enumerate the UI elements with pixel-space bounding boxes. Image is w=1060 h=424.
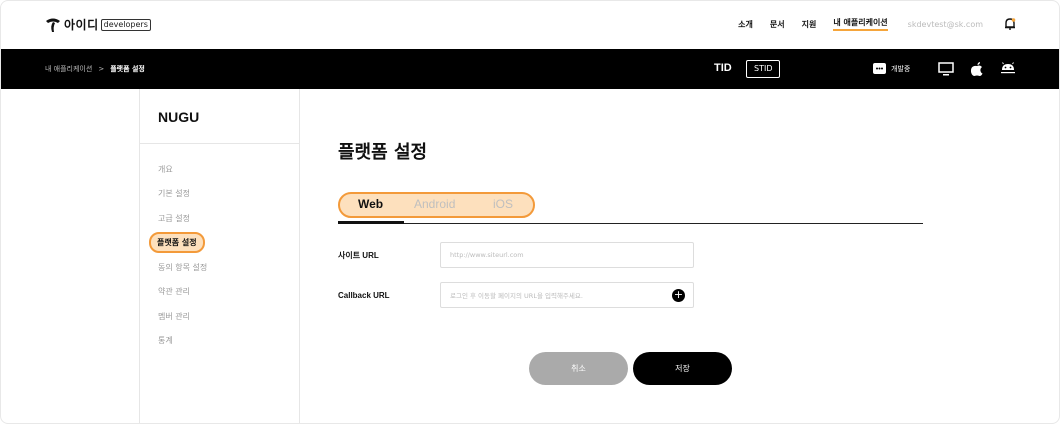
- breadcrumb-root[interactable]: 내 애플리케이션: [45, 64, 92, 74]
- tab-ios[interactable]: iOS: [493, 197, 513, 211]
- app-subbar: 내 애플리케이션 > 플랫폼 설정 TID STID 개발중: [1, 49, 1059, 89]
- page: 아이디 developers 소개 문서 지원 내 애플리케이션 skdevte…: [0, 0, 1060, 424]
- nav-intro[interactable]: 소개: [738, 19, 753, 30]
- nav-support[interactable]: 지원: [802, 19, 817, 30]
- nav-my-applications[interactable]: 내 애플리케이션: [833, 17, 888, 31]
- sidebar-item-label: 멤버 관리: [158, 311, 190, 321]
- page-title: 플랫폼 설정: [338, 142, 428, 163]
- breadcrumb: 내 애플리케이션 > 플랫폼 설정: [45, 64, 145, 74]
- add-callback-button[interactable]: +: [672, 289, 685, 302]
- apple-icon[interactable]: [969, 61, 985, 77]
- callback-url-label: Callback URL: [338, 290, 390, 300]
- top-nav: 소개 문서 지원 내 애플리케이션 skdevtest@sk.com: [721, 17, 1017, 31]
- sidebar: NUGU 개요 기본 설정 고급 설정 플랫폼 설정 동의 항목 설정 약관 관…: [139, 89, 300, 423]
- sidebar-item-terms[interactable]: 약관 관리: [158, 280, 207, 305]
- brand-name: 아이디: [64, 18, 99, 32]
- sidebar-item-platform-settings[interactable]: 플랫폼 설정: [149, 231, 207, 256]
- dev-status-icon: [873, 63, 886, 74]
- dev-status-badge[interactable]: 개발중: [873, 63, 910, 74]
- callback-url-placeholder: 로그인 후 이동할 페이지의 URL을 입력해주세요.: [450, 292, 583, 300]
- site-url-row: 사이트 URL http://www.siteurl.com: [338, 242, 694, 268]
- cancel-button[interactable]: 취소: [529, 352, 628, 385]
- logo-icon: [46, 18, 60, 32]
- sidebar-item-label: 기본 설정: [158, 189, 190, 199]
- breadcrumb-current: 플랫폼 설정: [110, 65, 145, 73]
- site-url-label: 사이트 URL: [338, 250, 379, 260]
- top-header: 아이디 developers 소개 문서 지원 내 애플리케이션 skdevte…: [1, 1, 1059, 49]
- sidebar-item-label: 개요: [158, 164, 173, 174]
- sidebar-divider: [140, 143, 300, 144]
- tid-label: TID: [714, 62, 732, 74]
- sidebar-item-label: 동의 항목 설정: [158, 262, 208, 272]
- tab-web[interactable]: Web: [358, 197, 383, 211]
- stid-button[interactable]: STID: [746, 60, 781, 78]
- bell-icon[interactable]: [1003, 17, 1017, 31]
- user-email[interactable]: skdevtest@sk.com: [908, 20, 983, 29]
- sidebar-item-members[interactable]: 멤버 관리: [158, 304, 207, 329]
- nav-docs[interactable]: 문서: [770, 19, 785, 30]
- sidebar-item-overview[interactable]: 개요: [158, 157, 207, 182]
- site-url-input[interactable]: http://www.siteurl.com: [440, 242, 694, 268]
- brand-tag: developers: [100, 18, 151, 31]
- sidebar-menu: 개요 기본 설정 고급 설정 플랫폼 설정 동의 항목 설정 약관 관리 멤버 …: [149, 157, 207, 354]
- sidebar-item-basic-settings[interactable]: 기본 설정: [158, 182, 207, 207]
- breadcrumb-separator: >: [98, 65, 105, 73]
- sidebar-item-label: 약관 관리: [158, 287, 190, 297]
- sidebar-item-advanced-settings[interactable]: 고급 설정: [158, 206, 207, 231]
- sidebar-item-label: 고급 설정: [158, 213, 190, 223]
- sidebar-item-consent-settings[interactable]: 동의 항목 설정: [158, 255, 207, 280]
- desktop-icon[interactable]: [938, 61, 954, 77]
- app-name: NUGU: [158, 109, 200, 125]
- android-icon[interactable]: [1000, 61, 1016, 77]
- tab-active-underline: [338, 221, 404, 224]
- platform-tabs: Web Android iOS: [338, 192, 923, 224]
- callback-url-input[interactable]: 로그인 후 이동할 페이지의 URL을 입력해주세요. +: [440, 282, 694, 308]
- brand-logo[interactable]: 아이디 developers: [45, 16, 151, 33]
- tab-android[interactable]: Android: [414, 197, 455, 211]
- callback-url-row: Callback URL 로그인 후 이동할 페이지의 URL을 입력해주세요.…: [338, 282, 694, 308]
- save-button[interactable]: 저장: [633, 352, 732, 385]
- dev-status-label: 개발중: [891, 64, 911, 73]
- sidebar-item-statistics[interactable]: 통계: [158, 329, 207, 354]
- sidebar-item-label: 플랫폼 설정: [149, 232, 205, 254]
- sidebar-item-label: 통계: [158, 336, 173, 346]
